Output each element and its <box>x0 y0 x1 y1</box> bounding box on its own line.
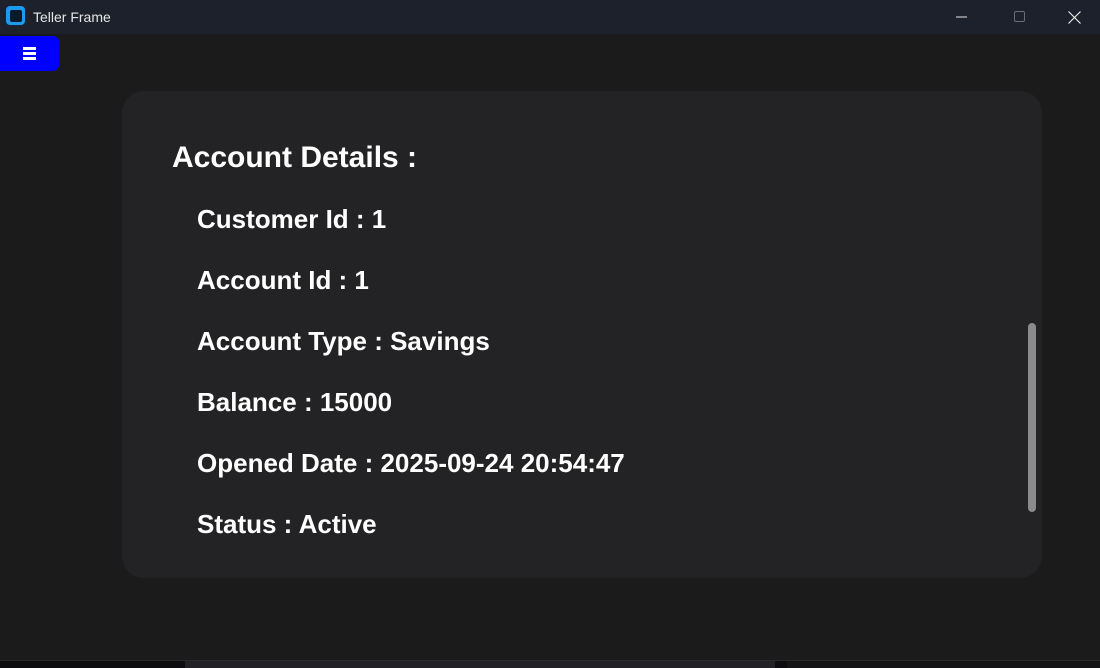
app-window: Teller Frame Account Details : Customer … <box>0 0 1100 661</box>
hamburger-menu-icon <box>23 47 36 60</box>
menu-button[interactable] <box>0 36 59 71</box>
maximize-icon <box>1014 11 1025 22</box>
account-details-heading: Account Details : <box>172 141 418 174</box>
status-label: Status : Active <box>197 509 377 539</box>
window-title: Teller Frame <box>33 9 111 25</box>
minimize-icon <box>956 16 967 18</box>
title-bar[interactable]: Teller Frame <box>0 0 1100 34</box>
close-button[interactable] <box>1049 0 1100 34</box>
opened-date-label: Opened Date : 2025-09-24 20:54:47 <box>197 448 625 478</box>
maximize-button[interactable] <box>991 0 1049 34</box>
account-details-card: Account Details : Customer Id : 1 Accoun… <box>122 91 1042 578</box>
account-id-label: Account Id : 1 <box>197 265 369 295</box>
vertical-scrollbar[interactable] <box>1028 323 1036 512</box>
background-window-edge <box>185 661 775 668</box>
minimize-button[interactable] <box>933 0 991 34</box>
customer-id-label: Customer Id : 1 <box>197 204 387 234</box>
background-window-edge-2 <box>787 661 1100 668</box>
app-icon <box>6 6 25 25</box>
account-type-label: Account Type : Savings <box>197 326 490 356</box>
balance-label: Balance : 15000 <box>197 387 393 417</box>
close-icon <box>1068 10 1081 24</box>
